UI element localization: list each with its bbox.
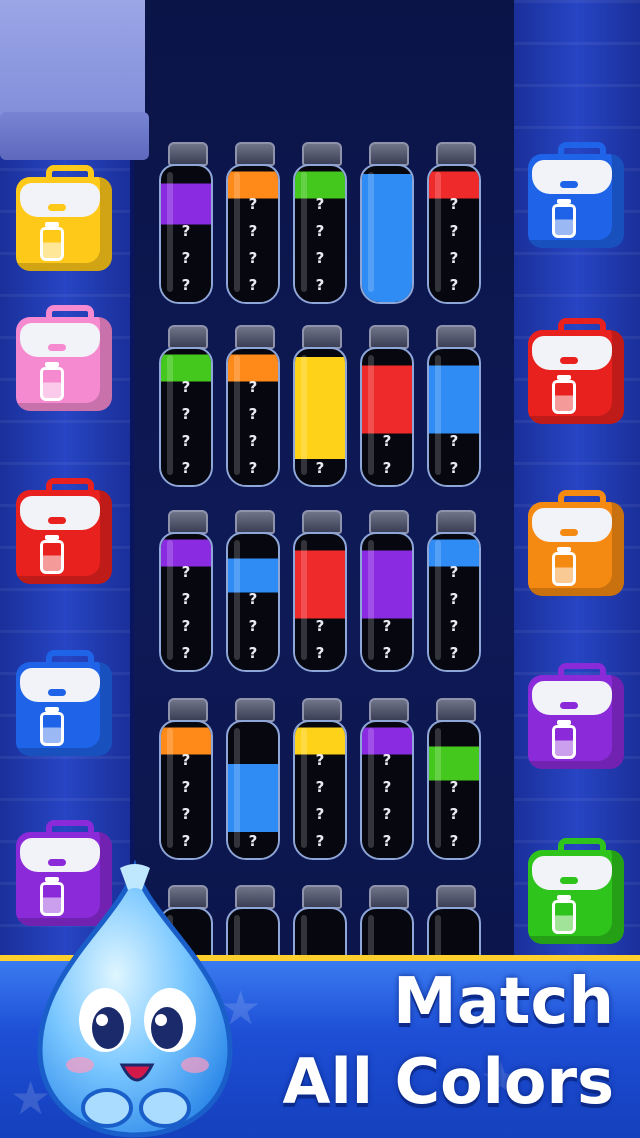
bottle-icon xyxy=(552,720,576,759)
right-bag-red xyxy=(528,318,624,424)
tagline-line-1: Match xyxy=(393,965,614,1039)
bottle[interactable]: ???? xyxy=(226,142,280,304)
bottle-cap xyxy=(302,698,342,722)
bottle-icon xyxy=(552,375,576,414)
bottle[interactable]: ???? xyxy=(226,325,280,487)
bottle[interactable]: ?? xyxy=(427,325,481,487)
bottle[interactable]: ???? xyxy=(159,510,213,672)
bottle-cap xyxy=(168,698,208,722)
bottle[interactable]: ?? xyxy=(293,510,347,672)
bottle-cap xyxy=(369,885,409,909)
bottle[interactable]: ??? xyxy=(226,510,280,672)
bottle-icon xyxy=(40,222,64,261)
bottle[interactable]: ???? xyxy=(159,325,213,487)
bottle[interactable] xyxy=(360,142,414,304)
bottle-cap xyxy=(302,510,342,534)
bottle-glass xyxy=(360,164,414,304)
bottle-cap xyxy=(235,510,275,534)
bottle-glass: ??? xyxy=(427,720,481,860)
bottle[interactable]: ???? xyxy=(293,698,347,860)
bottle[interactable]: ???? xyxy=(293,142,347,304)
bottle-cap xyxy=(369,510,409,534)
bottle[interactable]: ?? xyxy=(360,325,414,487)
bottle-icon xyxy=(552,895,576,934)
bottle-glass: ???? xyxy=(293,720,347,860)
bottle-glass: ???? xyxy=(159,720,213,860)
bottle-glass: ??? xyxy=(159,164,213,304)
bottle-glass: ???? xyxy=(159,532,213,672)
bottle-cap xyxy=(436,885,476,909)
bottle-icon xyxy=(552,199,576,238)
bottle-cap xyxy=(302,885,342,909)
left-bag-red xyxy=(16,478,112,584)
bottle-glass: ???? xyxy=(427,164,481,304)
bottle-cap xyxy=(369,698,409,722)
bottle-icon xyxy=(40,362,64,401)
bottle-icon xyxy=(40,535,64,574)
right-bag-blue xyxy=(528,142,624,248)
bottle-cap xyxy=(436,142,476,166)
bottle-cap xyxy=(302,325,342,349)
bottle-cap xyxy=(235,142,275,166)
dispenser-chute xyxy=(0,0,149,160)
bottle-glass: ???? xyxy=(226,164,280,304)
right-bag-purple xyxy=(528,663,624,769)
bottle[interactable]: ? xyxy=(293,325,347,487)
bottle-cap xyxy=(436,325,476,349)
bottle-icon xyxy=(40,707,64,746)
bottle-icon xyxy=(552,547,576,586)
bottle-cap xyxy=(302,142,342,166)
water-drop-mascot-icon xyxy=(37,860,233,1138)
bottle[interactable]: ???? xyxy=(427,510,481,672)
bottle-cap xyxy=(436,510,476,534)
bottle-glass: ?? xyxy=(360,532,414,672)
bottle-glass: ?? xyxy=(360,347,414,487)
right-bag-orange xyxy=(528,490,624,596)
bottle-cap xyxy=(168,510,208,534)
bottle-cap xyxy=(369,142,409,166)
bottle[interactable]: ???? xyxy=(159,698,213,860)
bottle-glass: ???? xyxy=(159,347,213,487)
bottle-cap xyxy=(235,325,275,349)
bottle-glass: ???? xyxy=(360,720,414,860)
bottle[interactable]: ???? xyxy=(360,698,414,860)
right-bag-green xyxy=(528,838,624,944)
bottle[interactable]: ? xyxy=(226,698,280,860)
bottle[interactable]: ???? xyxy=(427,142,481,304)
bottle-glass: ??? xyxy=(226,532,280,672)
tagline-line-2: All Colors xyxy=(282,1045,615,1118)
bottle-glass: ???? xyxy=(427,532,481,672)
bottle[interactable]: ??? xyxy=(159,142,213,304)
left-bag-yellow xyxy=(16,165,112,271)
bottle[interactable]: ?? xyxy=(360,510,414,672)
bottle[interactable]: ??? xyxy=(427,698,481,860)
bottle-glass: ???? xyxy=(226,347,280,487)
bottle-glass: ?? xyxy=(293,532,347,672)
left-bag-pink xyxy=(16,305,112,411)
bottle-glass: ? xyxy=(226,720,280,860)
bottle-cap xyxy=(235,698,275,722)
left-bag-blue xyxy=(16,650,112,756)
bottle-cap xyxy=(168,142,208,166)
bottle-cap xyxy=(168,325,208,349)
bottle-cap xyxy=(369,325,409,349)
bottle-glass: ???? xyxy=(293,164,347,304)
bottle-cap xyxy=(436,698,476,722)
bottle-glass: ?? xyxy=(427,347,481,487)
bottle-glass: ? xyxy=(293,347,347,487)
